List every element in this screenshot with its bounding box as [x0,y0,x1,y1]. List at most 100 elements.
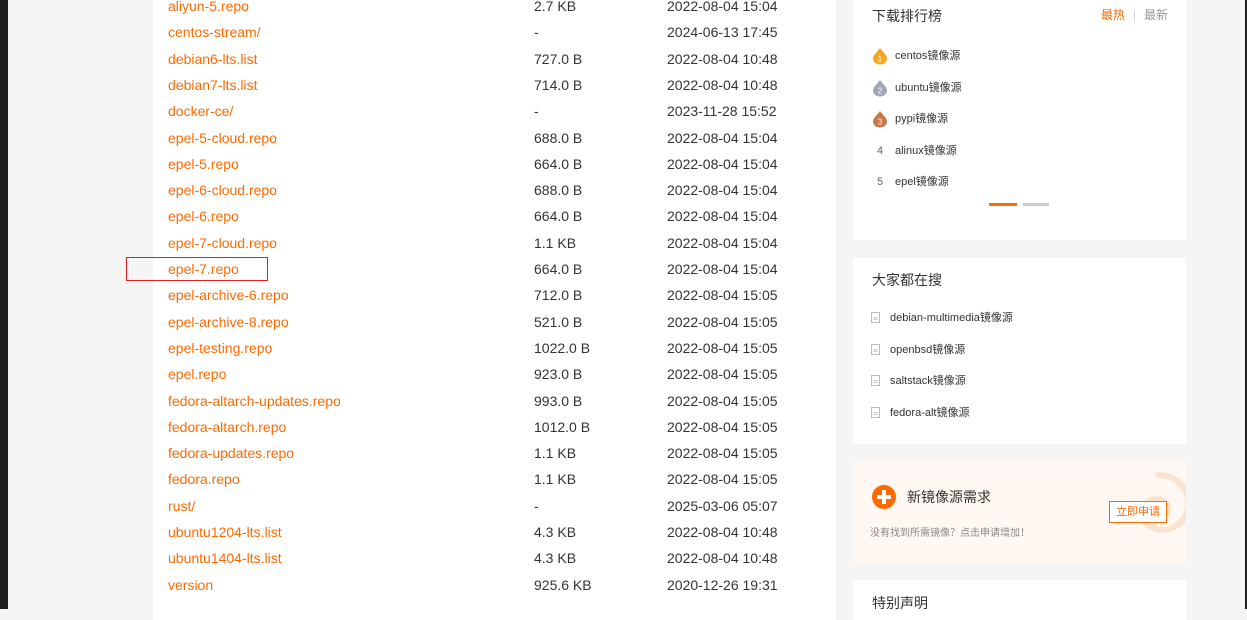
popular-search-item[interactable]: debian-multimedia镜像源 [871,307,1171,329]
file-size: 727.0 B [534,50,583,67]
file-row: epel-6.repo 664.0 B 2022-08-04 15:04 [153,203,836,229]
file-size: 2.7 KB [534,0,577,14]
file-link[interactable]: ubuntu1404-lts.list [168,545,282,571]
file-link[interactable]: aliyun-5.repo [168,0,249,19]
file-link[interactable]: debian7-lts.list [168,72,258,98]
file-row: epel-6-cloud.repo 688.0 B 2022-08-04 15:04 [153,177,836,203]
ranking-item-label: pypi镜像源 [895,113,949,125]
file-size: - [534,497,539,514]
file-link[interactable]: epel-6-cloud.repo [168,177,277,203]
carousel-dot[interactable] [1023,203,1049,206]
file-date: 2022-08-04 15:05 [667,392,778,409]
ranking-item-label: alinux镜像源 [895,144,957,157]
download-ranking-card: 下载排行榜 最热 | 最新 1 centos镜像源 2 ubuntu镜像源 3 pypi镜像源… [853,0,1186,240]
file-link[interactable]: epel-6.repo [168,203,239,229]
file-date: 2022-08-04 15:04 [667,261,778,277]
file-link[interactable]: docker-ce/ [168,98,233,124]
file-row: aliyun-5.repo 2.7 KB 2022-08-04 15:04 [153,0,836,19]
file-row: fedora-altarch-updates.repo 993.0 B 2022-0… [153,388,836,414]
file-size: 664.0 B [534,261,583,277]
document-icon [871,375,880,386]
ranking-item[interactable]: 3 pypi镜像源 [869,108,1169,130]
file-row: epel-archive-8.repo 521.0 B 2022-08-04 15:… [153,309,836,335]
file-size: 923.0 B [534,366,583,383]
file-link[interactable]: fedora.repo [168,466,240,492]
file-link[interactable]: epel.repo [168,361,226,387]
special-notice-card: 特别声明 [853,580,1186,620]
document-icon [871,312,880,323]
special-notice-title: 特别声明 [872,595,928,611]
file-size: 1022.0 B [534,339,591,356]
file-link[interactable]: epel-5-cloud.repo [168,125,277,151]
file-row: epel-7-cloud.repo 1.1 KB 2022-08-04 15:04 [153,230,836,256]
ranking-item[interactable]: 2 ubuntu镜像源 [869,77,1169,99]
file-link[interactable]: epel-archive-6.repo [168,282,289,308]
file-row: epel-archive-6.repo 712.0 B 2022-08-04 15:… [153,282,836,308]
popular-search-label: fedora-alt镜像源 [890,406,970,419]
file-size: 1012.0 B [534,418,591,435]
rank-medal-icon: 1 [873,48,887,65]
carousel-dot-active[interactable] [989,203,1017,206]
file-date: 2022-08-04 15:04 [667,129,778,146]
file-date: 2022-08-04 15:05 [667,366,778,383]
file-size: 4.3 KB [534,550,577,567]
file-link[interactable]: fedora-updates.repo [168,440,294,466]
tab-hottest[interactable]: 最热 [1101,8,1125,22]
file-size: 521.0 B [534,313,583,330]
file-date: 2022-08-04 10:48 [667,76,778,93]
popular-search-item[interactable]: openbsd镜像源 [871,339,1171,361]
popular-searches-title: 大家都在搜 [872,272,942,288]
popular-search-item[interactable]: fedora-alt镜像源 [871,402,1171,424]
file-link[interactable]: epel-archive-8.repo [168,309,289,335]
ranking-item[interactable]: 1 centos镜像源 [869,45,1169,67]
file-size: 993.0 B [534,392,583,409]
file-link[interactable]: version [168,572,213,598]
file-date: 2022-08-04 15:05 [667,445,778,462]
file-size: 664.0 B [534,155,583,172]
rank-medal-icon: 3 [873,111,887,128]
file-row: debian7-lts.list 714.0 B 2022-08-04 10:48 [153,72,836,98]
tab-separator: | [1132,8,1136,22]
file-size: 925.6 KB [534,576,592,593]
download-ranking-title: 下载排行榜 [872,8,942,24]
new-mirror-request-description: 没有找到所需镜像？点击申请增加！ [870,528,1030,539]
file-date: 2022-08-04 15:04 [667,234,778,251]
file-link[interactable]: centos-stream/ [168,19,261,45]
file-size: 1.1 KB [534,234,577,251]
new-mirror-request-card: 新镜像源需求 没有找到所需镜像？点击申请增加！ 立即申请 [853,461,1186,564]
apply-now-button[interactable]: 立即申请 [1109,501,1167,523]
file-date: 2022-08-04 10:48 [667,50,778,67]
rank-number: 5 [876,176,884,188]
rank-number: 1 [878,55,883,64]
tab-newest[interactable]: 最新 [1144,8,1168,22]
file-date: 2022-08-04 15:04 [667,182,778,199]
file-row: ubuntu1404-lts.list 4.3 KB 2022-08-04 10:4… [153,545,836,571]
file-date: 2022-08-04 15:05 [667,287,778,304]
file-row: debian6-lts.list 727.0 B 2022-08-04 10:48 [153,46,836,72]
file-size: - [534,24,539,41]
file-size: 712.0 B [534,287,583,304]
ranking-item[interactable]: 5 epel镜像源 [869,171,1169,193]
file-row: fedora-updates.repo 1.1 KB 2022-08-04 15:0… [153,440,836,466]
file-link[interactable]: debian6-lts.list [168,46,258,72]
rank-number: 4 [876,144,884,157]
ranking-item[interactable]: 4 alinux镜像源 [869,140,1169,162]
file-link[interactable]: epel-testing.repo [168,335,272,361]
file-size: 1.1 KB [534,471,577,488]
file-row: ubuntu1204-lts.list 4.3 KB 2022-08-04 10:4… [153,519,836,545]
popular-search-label: debian-multimedia镜像源 [890,312,1013,324]
file-link[interactable]: fedora-altarch.repo [168,414,286,440]
file-date: 2022-08-04 15:04 [667,155,778,172]
popular-search-item[interactable]: saltstack镜像源 [871,370,1171,392]
file-row: fedora-altarch.repo 1012.0 B 2022-08-04 15… [153,414,836,440]
document-icon [871,343,880,355]
file-link[interactable]: epel-7-cloud.repo [168,230,277,256]
file-link[interactable]: fedora-altarch-updates.repo [168,388,341,414]
file-link[interactable]: rust/ [168,493,195,519]
file-link[interactable]: ubuntu1204-lts.list [168,519,282,545]
rank-medal-icon: 2 [873,79,887,96]
file-date: 2022-08-04 15:05 [667,313,778,330]
file-date: 2020-12-26 19:31 [667,576,778,593]
file-size: 688.0 B [534,182,583,199]
file-link[interactable]: epel-5.repo [168,151,239,177]
